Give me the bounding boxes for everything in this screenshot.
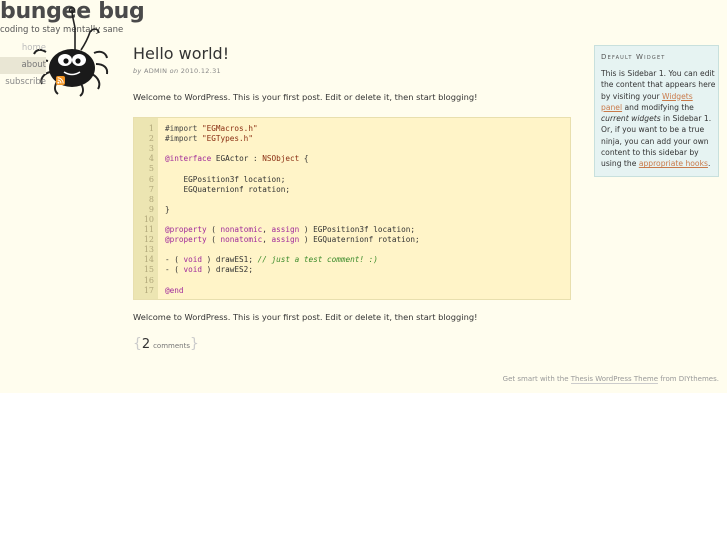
code-line-number: 5 <box>148 164 154 174</box>
code-line-number: 16 <box>143 275 154 285</box>
code-line: EGQuaternionf rotation; <box>165 185 290 194</box>
byline-prefix: by <box>133 67 142 75</box>
code-token: void <box>183 255 203 265</box>
footer: Get smart with the Thesis WordPress Them… <box>502 375 719 384</box>
code-line: } <box>165 205 170 214</box>
code-line: @interface EGActor : NSObject { <box>165 154 309 163</box>
code-line: @property ( nonatomic, assign ) EGPositi… <box>165 225 415 234</box>
code-token: NSObject <box>262 154 300 164</box>
code-token: // just a test comment! :) <box>257 255 378 265</box>
code-line-number: 6 <box>148 174 154 184</box>
widget-text-2: and modifying the <box>622 102 694 112</box>
post-title[interactable]: Hello world! <box>133 44 229 63</box>
code-block: 1 2 3 4 5 6 7 8 9 10 11 12 13 14 15 16 17 #import "EGMacr… <box>133 117 571 300</box>
code-token: - ( <box>165 265 184 275</box>
code-token: ) EGQuaternionf rotation; <box>299 235 420 245</box>
sidebar-widget: Default Widget This is Sidebar 1. You ca… <box>594 45 719 177</box>
code-token: { <box>299 154 309 164</box>
code-line-number: 13 <box>143 245 154 255</box>
code-line-number: 10 <box>143 214 154 224</box>
post-byline: by ADMIN on 2010.12.31 <box>133 67 221 75</box>
code-line-number: 4 <box>148 154 154 164</box>
code-line-number: 7 <box>148 184 154 194</box>
code-line-number: 17 <box>143 285 154 295</box>
code-token: nonatomic <box>220 235 263 245</box>
nav-about[interactable]: about <box>0 57 46 74</box>
code-token: assign <box>271 235 300 245</box>
thesis-theme-link[interactable]: Thesis WordPress Theme <box>570 375 659 384</box>
code-line-number: 1 <box>148 124 154 133</box>
post-date: 2010.12.31 <box>180 67 221 75</box>
code-token: assign <box>271 225 300 234</box>
code-token: void <box>183 265 203 275</box>
code-line: #import "EGTypes.h" <box>165 134 253 143</box>
nav-home[interactable]: home <box>0 40 46 57</box>
code-token: - ( <box>165 255 184 265</box>
code-token: #import <box>165 124 203 133</box>
nav-subscribe[interactable]: subscribe <box>0 74 46 91</box>
comments-link[interactable]: {2 comments} <box>133 336 199 352</box>
code-token: @property <box>165 235 207 245</box>
page-background: bungee bug coding to stay mentally sane … <box>0 0 727 393</box>
widget-emphasis: current widgets <box>601 114 661 124</box>
footer-suffix: from DIYthemes. <box>658 375 719 383</box>
code-token: @interface <box>165 154 212 164</box>
code-token: ) drawES2; <box>202 265 253 275</box>
brace-open: { <box>133 336 142 352</box>
comment-count[interactable]: 2 <box>142 337 150 352</box>
widget-text-1: This is Sidebar 1. You can edit the cont… <box>601 69 716 101</box>
brace-close: } <box>189 336 199 352</box>
code-line-number: 2 <box>148 134 154 144</box>
code-line: - ( void ) drawES2; <box>165 265 253 274</box>
code-token: EGPosition3f location; <box>165 174 286 184</box>
post-intro: Welcome to WordPress. This is your first… <box>133 92 478 102</box>
widget-title: Default Widget <box>601 53 666 61</box>
code-line: @end <box>165 286 184 295</box>
widget-body: This is Sidebar 1. You can edit the cont… <box>601 68 716 170</box>
code-token: ( <box>206 235 221 245</box>
post-author[interactable]: ADMIN <box>144 67 167 75</box>
code-token: "EGMacros.h" <box>202 124 258 133</box>
code-line-number: 11 <box>143 225 154 234</box>
code-line: - ( void ) drawES1; // just a test comme… <box>165 255 378 264</box>
code-token: #import <box>165 134 203 144</box>
code-line-number: 9 <box>148 204 154 214</box>
code-token: } <box>165 204 170 214</box>
post-outro: Welcome to WordPress. This is your first… <box>133 312 478 322</box>
code-token: ) EGPosition3f location; <box>299 225 415 234</box>
code-token: "EGTypes.h" <box>202 134 253 144</box>
appropriate-hooks-link[interactable]: appropriate hooks <box>639 159 708 168</box>
code-line-number: 15 <box>143 265 154 275</box>
code-token: ) drawES1; <box>202 255 258 265</box>
comment-word[interactable]: comments <box>153 342 190 350</box>
code-line-number: 14 <box>143 255 154 265</box>
code-line: #import "EGMacros.h" <box>165 124 258 133</box>
code-line-number: 8 <box>148 194 154 204</box>
code-token: ( <box>206 225 221 234</box>
date-prefix: on <box>169 67 179 75</box>
code-token: EGActor : <box>211 154 263 164</box>
rss-icon[interactable] <box>56 76 65 85</box>
code-line-number: 12 <box>143 235 154 245</box>
code-token: EGQuaternionf rotation; <box>165 184 290 194</box>
widget-text-4: . <box>707 159 711 169</box>
code-line-number: 3 <box>148 144 154 154</box>
code-token: @end <box>165 285 184 295</box>
code-line: @property ( nonatomic, assign ) EGQuater… <box>165 235 420 244</box>
footer-prefix: Get smart with the <box>502 375 571 383</box>
code-token: nonatomic <box>220 225 263 234</box>
code-line: EGPosition3f location; <box>165 174 286 184</box>
main-nav: home about subscribe <box>0 40 46 91</box>
code-token: @property <box>165 225 207 234</box>
